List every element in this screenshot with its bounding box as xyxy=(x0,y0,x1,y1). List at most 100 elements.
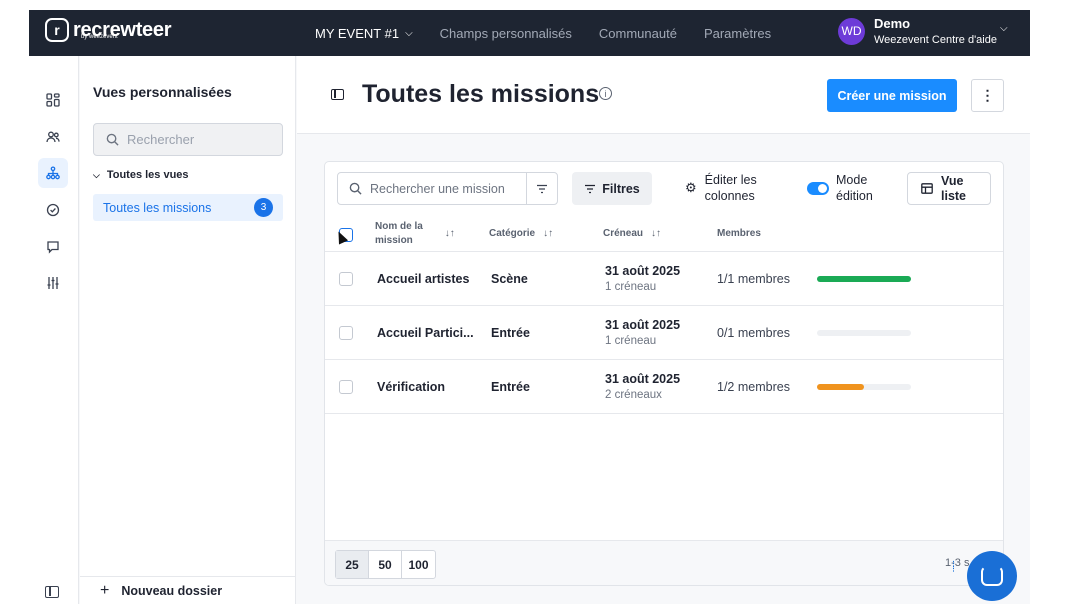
filters-button[interactable]: Filtres xyxy=(572,172,652,205)
table-row[interactable]: Accueil artistes Scène 31 août 2025 1 cr… xyxy=(325,252,1003,306)
collapse-sidebar-icon[interactable] xyxy=(45,586,59,598)
user-name: Demo xyxy=(874,16,911,31)
panel-toggle-icon[interactable] xyxy=(331,89,344,100)
mission-search-input[interactable]: Rechercher une mission xyxy=(337,172,558,205)
avatar: WD xyxy=(838,17,865,45)
view-item-label: Toutes les missions xyxy=(103,200,212,215)
column-slot-label: Créneau xyxy=(603,228,644,239)
edit-columns-button[interactable]: ⚙ Éditer les colonnes xyxy=(685,172,757,204)
edit-mode-toggle[interactable]: Mode édition xyxy=(807,172,873,204)
row-checkbox[interactable] xyxy=(339,326,353,340)
edit-columns-label-1: Éditer les xyxy=(704,173,757,187)
column-header-slot[interactable]: Créneau ↓↑ xyxy=(603,228,661,239)
slot-count: 1 créneau xyxy=(605,335,657,347)
logo-icon: r xyxy=(45,18,69,42)
sort-icon[interactable]: ↓↑ xyxy=(543,228,553,239)
slot-count: 2 créneaux xyxy=(605,389,662,401)
column-members-label: Membres xyxy=(717,228,761,239)
column-header-category[interactable]: Catégorie ↓↑ xyxy=(489,228,553,239)
create-mission-button[interactable]: Créer une mission xyxy=(827,79,957,112)
main-nav: MY EVENT #1 ⌵ Champs personnalisés Commu… xyxy=(315,10,798,56)
mission-name[interactable]: Vérification xyxy=(377,380,445,394)
edit-columns-label-2: colonnes xyxy=(704,189,755,203)
sort-icon[interactable]: ↓↑ xyxy=(651,228,661,239)
view-item-all-missions[interactable]: Toutes les missions 3 xyxy=(93,194,283,221)
info-icon[interactable]: i xyxy=(599,87,612,100)
sliders-icon[interactable] xyxy=(38,268,68,298)
nav-custom-fields[interactable]: Champs personnalisés xyxy=(440,26,572,41)
members-count: 1/2 membres xyxy=(717,380,790,394)
members-count: 1/1 membres xyxy=(717,272,790,286)
new-folder-label: Nouveau dossier xyxy=(121,583,223,598)
list-view-button[interactable]: Vue liste xyxy=(907,172,991,205)
column-header-name[interactable]: Nom de la mission ↓↑ xyxy=(375,220,455,248)
missions-card: Rechercher une mission Filtres ⚙ Éditer … xyxy=(324,161,1004,586)
search-icon xyxy=(349,182,362,195)
mission-category: Entrée xyxy=(491,326,530,340)
views-group-toggle[interactable]: ⌵ Toutes les vues xyxy=(93,169,189,181)
mission-date: 31 août 2025 1 créneau xyxy=(605,318,680,347)
nav-event-selector[interactable]: MY EVENT #1 ⌵ xyxy=(315,26,413,41)
chat-icon[interactable] xyxy=(38,232,68,262)
user-menu[interactable]: WD Demo Weezevent Centre d'aide ⌵ xyxy=(838,16,1008,46)
more-options-button[interactable]: ⋮ xyxy=(971,79,1004,112)
top-navigation-bar: r recrewteer by weezevent MY EVENT #1 ⌵ … xyxy=(29,10,1030,56)
list-view-label-1: Vue xyxy=(941,173,964,188)
support-chat-button[interactable] xyxy=(967,551,1017,601)
new-folder-button[interactable]: + Nouveau dossier xyxy=(80,576,296,604)
filter-lines-icon xyxy=(585,184,596,193)
members-progress-fill xyxy=(817,384,864,390)
views-search-placeholder: Rechercher xyxy=(127,132,195,147)
page-size-25[interactable]: 25 xyxy=(336,551,369,578)
check-circle-icon[interactable] xyxy=(38,195,68,225)
views-search-input[interactable]: Rechercher xyxy=(93,123,283,156)
results-range: 1-3 s xyxy=(945,557,970,569)
page-title: Toutes les missions xyxy=(362,80,600,108)
app-window: r recrewteer by weezevent MY EVENT #1 ⌵ … xyxy=(29,10,1030,604)
row-checkbox[interactable] xyxy=(339,380,353,394)
column-name-label-2: mission xyxy=(375,235,413,246)
nav-event-label: MY EVENT #1 xyxy=(315,25,400,41)
table-icon xyxy=(921,183,933,194)
sort-icon[interactable]: ↓↑ xyxy=(445,227,455,241)
user-organization: Weezevent Centre d'aide xyxy=(874,34,997,46)
members-progress-bar xyxy=(817,384,911,390)
slot-date: 31 août 2025 xyxy=(605,318,681,332)
users-icon[interactable] xyxy=(38,122,68,152)
table-row[interactable]: Vérification Entrée 31 août 2025 2 créne… xyxy=(325,360,1003,414)
mission-name[interactable]: Accueil Partici... xyxy=(377,326,474,340)
table-row[interactable]: Accueil Partici... Entrée 31 août 2025 1… xyxy=(325,306,1003,360)
filters-label: Filtres xyxy=(602,181,640,196)
members-progress-bar xyxy=(817,330,911,336)
count-badge: 3 xyxy=(254,198,273,217)
page-header: Toutes les missions i Créer une mission … xyxy=(297,56,1030,134)
row-checkbox[interactable] xyxy=(339,272,353,286)
chevron-down-icon: ⌵ xyxy=(93,169,100,180)
slot-count: 1 créneau xyxy=(605,281,657,293)
members-progress-fill xyxy=(817,276,911,282)
views-title: Vues personnalisées xyxy=(93,84,232,100)
mission-search-placeholder: Rechercher une mission xyxy=(370,181,505,196)
pagination-bar: 25 50 100 1-3 s xyxy=(325,540,1003,585)
custom-views-sidebar: Vues personnalisées Rechercher ⌵ Toutes … xyxy=(80,56,296,604)
column-name-label-1: Nom de la xyxy=(375,221,423,232)
column-category-label: Catégorie xyxy=(489,228,536,239)
chat-bubble-icon xyxy=(981,566,1003,586)
table-header: Nom de la mission ↓↑ Catégorie ↓↑ Crénea… xyxy=(325,216,1003,252)
sort-filter-button[interactable] xyxy=(526,173,557,204)
drag-handle-icon[interactable]: ⋮ ⋮ xyxy=(950,561,957,573)
plus-icon: + xyxy=(100,581,110,599)
mission-date: 31 août 2025 2 créneaux xyxy=(605,372,680,401)
mission-name[interactable]: Accueil artistes xyxy=(377,272,469,286)
search-icon xyxy=(106,133,119,146)
toggle-switch[interactable] xyxy=(807,181,829,195)
page-size-selector: 25 50 100 xyxy=(335,550,436,579)
nav-community[interactable]: Communauté xyxy=(599,26,677,41)
page-size-100[interactable]: 100 xyxy=(402,551,435,578)
nav-settings[interactable]: Paramètres xyxy=(704,26,771,41)
chevron-down-icon: ⌵ xyxy=(405,27,413,39)
filter-lines-icon xyxy=(537,184,547,193)
org-chart-icon[interactable] xyxy=(38,158,68,188)
dashboard-icon[interactable] xyxy=(38,85,68,115)
page-size-50[interactable]: 50 xyxy=(369,551,402,578)
